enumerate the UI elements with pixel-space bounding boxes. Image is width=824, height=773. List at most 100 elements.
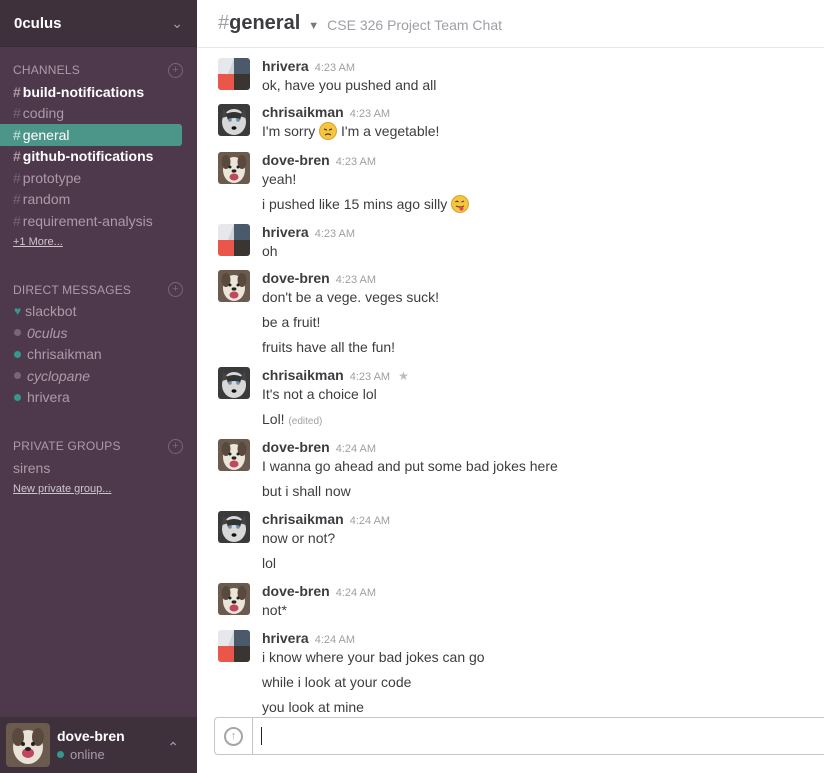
upload-button[interactable]: ↑	[215, 718, 253, 754]
message-text-content: but i shall now	[262, 483, 351, 499]
message-text: yeah!	[262, 170, 296, 188]
message-header: hrivera 4:24 AM	[262, 630, 355, 646]
channel-header: #general ▼ CSE 326 Project Team Chat	[197, 0, 824, 48]
add-group-icon[interactable]: +	[168, 438, 183, 454]
text-cursor	[261, 727, 262, 745]
message-author[interactable]: dove-bren	[262, 270, 330, 286]
message-text-content: ok, have you pushed and all	[262, 77, 437, 93]
message-timestamp[interactable]: 4:23 AM	[350, 371, 390, 383]
message-body: chrisaikman 4:24 AM now or not? lol	[262, 511, 390, 571]
message-text: lol	[262, 554, 276, 572]
avatar[interactable]	[218, 583, 250, 615]
message-author[interactable]: dove-bren	[262, 439, 330, 455]
sidebar-channel-requirement-analysis[interactable]: # requirement-analysis	[0, 210, 197, 232]
message-timestamp[interactable]: 4:24 AM	[350, 515, 390, 527]
dm-label: DIRECT MESSAGES	[13, 282, 132, 297]
message-text-content: I wanna go ahead and put some bad jokes …	[262, 458, 558, 474]
add-dm-icon[interactable]: +	[168, 282, 183, 297]
message-text-content: I'm sorry	[262, 123, 316, 139]
private-groups-header[interactable]: PRIVATE GROUPS +	[0, 435, 197, 457]
message-body: dove-bren 4:24 AM I wanna go ahead and put…	[262, 439, 558, 499]
message-author[interactable]: chrisaikman	[262, 104, 344, 120]
sidebar-channel-prototype[interactable]: # prototype	[0, 167, 197, 189]
message-author[interactable]: chrisaikman	[262, 511, 344, 527]
message-timestamp[interactable]: 4:23 AM	[315, 228, 355, 240]
message-header: hrivera 4:23 AM	[262, 58, 355, 74]
add-channel-icon[interactable]: +	[168, 62, 183, 78]
sidebar-dm-chrisaikman[interactable]: chrisaikman	[0, 344, 197, 366]
avatar[interactable]	[218, 367, 250, 399]
sidebar-dm-0culus[interactable]: 0culus	[0, 322, 197, 344]
message-text: I'm sorry I'm a vegetable!	[262, 122, 439, 140]
avatar[interactable]	[218, 104, 250, 136]
message-text-content: not*	[262, 602, 287, 618]
avatar[interactable]	[218, 511, 250, 543]
channels-header[interactable]: CHANNELS +	[0, 59, 197, 81]
message-timestamp[interactable]: 4:23 AM	[350, 108, 390, 120]
chevron-up-icon[interactable]: ⌃	[167, 739, 179, 756]
message-author[interactable]: dove-bren	[262, 583, 330, 599]
hash-icon: #	[218, 12, 230, 34]
team-menu[interactable]: 0culus ⌄	[0, 0, 197, 47]
avatar[interactable]	[218, 58, 250, 90]
message-author[interactable]: hrivera	[262, 630, 309, 646]
sidebar-channel-general[interactable]: # general	[0, 124, 182, 146]
sidebar-dm-hrivera[interactable]: hrivera	[0, 387, 197, 409]
message-header: hrivera 4:23 AM	[262, 224, 355, 240]
channels-label: CHANNELS	[13, 63, 80, 77]
avatar[interactable]	[218, 439, 250, 471]
dm-label: hrivera	[27, 389, 70, 406]
more-channels-link[interactable]: +1 More...	[0, 232, 197, 252]
hash-icon: #	[13, 126, 21, 143]
message-text: I wanna go ahead and put some bad jokes …	[262, 457, 558, 475]
message-text-content: lol	[262, 555, 277, 571]
chevron-down-icon[interactable]: ⌄	[171, 15, 183, 32]
presence-dot-icon	[14, 393, 21, 401]
avatar[interactable]	[218, 152, 250, 184]
message-text-content: don't be a vege. veges suck!	[262, 289, 440, 305]
message-text-content: i pushed like 15 mins ago silly	[262, 196, 448, 212]
message-text: oh	[262, 242, 278, 260]
message-timestamp[interactable]: 4:24 AM	[336, 587, 376, 599]
chevron-down-icon[interactable]: ▼	[308, 20, 319, 32]
sidebar-dm-slackbot[interactable]: ♥ slackbot	[0, 301, 197, 323]
sidebar-channel-build-notifications[interactable]: # build-notifications	[0, 81, 197, 103]
message-body: hrivera 4:23 AM oh	[262, 224, 355, 259]
avatar[interactable]	[218, 270, 250, 302]
message-text: not*	[262, 601, 287, 619]
message-list: hrivera 4:23 AM ok, have you pushed and al…	[197, 48, 824, 715]
avatar[interactable]	[6, 723, 50, 767]
message-timestamp[interactable]: 4:23 AM	[336, 156, 376, 168]
sidebar-group-sirens[interactable]: sirens	[0, 457, 197, 479]
main-pane: #general ▼ CSE 326 Project Team Chat hri…	[197, 0, 824, 773]
message-header: chrisaikman 4:23 AM ★	[262, 367, 409, 383]
channel-label: random	[22, 191, 71, 208]
new-private-group-link[interactable]: New private group...	[0, 479, 197, 499]
avatar[interactable]	[218, 224, 250, 256]
sidebar-dm-cyclopane[interactable]: cyclopane	[0, 365, 197, 387]
message-author[interactable]: hrivera	[262, 224, 309, 240]
sidebar-channel-github-notifications[interactable]: # github-notifications	[0, 146, 197, 168]
message-text-content: oh	[262, 243, 278, 259]
star-icon[interactable]: ★	[398, 369, 409, 383]
message-timestamp[interactable]: 4:23 AM	[315, 62, 355, 74]
message-timestamp[interactable]: 4:24 AM	[336, 443, 376, 455]
channel-title[interactable]: #general	[218, 12, 300, 35]
message-body: hrivera 4:23 AM ok, have you pushed and al…	[262, 58, 436, 93]
dm-header[interactable]: DIRECT MESSAGES +	[0, 279, 197, 301]
message-author[interactable]: dove-bren	[262, 152, 330, 168]
avatar[interactable]	[218, 630, 250, 662]
message-composer: ↑	[214, 717, 824, 755]
message-timestamp[interactable]: 4:23 AM	[336, 274, 376, 286]
message-author[interactable]: hrivera	[262, 58, 309, 74]
message-body: dove-bren 4:23 AM yeah! i pushed like 15 mi…	[262, 152, 470, 213]
message-author[interactable]: chrisaikman	[262, 367, 344, 383]
sidebar-channel-random[interactable]: # random	[0, 189, 197, 211]
message-text-content: I'm a vegetable!	[341, 123, 440, 139]
sidebar-channel-coding[interactable]: # coding	[0, 103, 197, 125]
online-dot-icon	[57, 751, 64, 758]
hash-icon: #	[13, 148, 21, 165]
message-input[interactable]	[253, 718, 824, 754]
user-menu[interactable]: dove-bren online ⌃	[0, 717, 197, 773]
message-timestamp[interactable]: 4:24 AM	[315, 634, 355, 646]
